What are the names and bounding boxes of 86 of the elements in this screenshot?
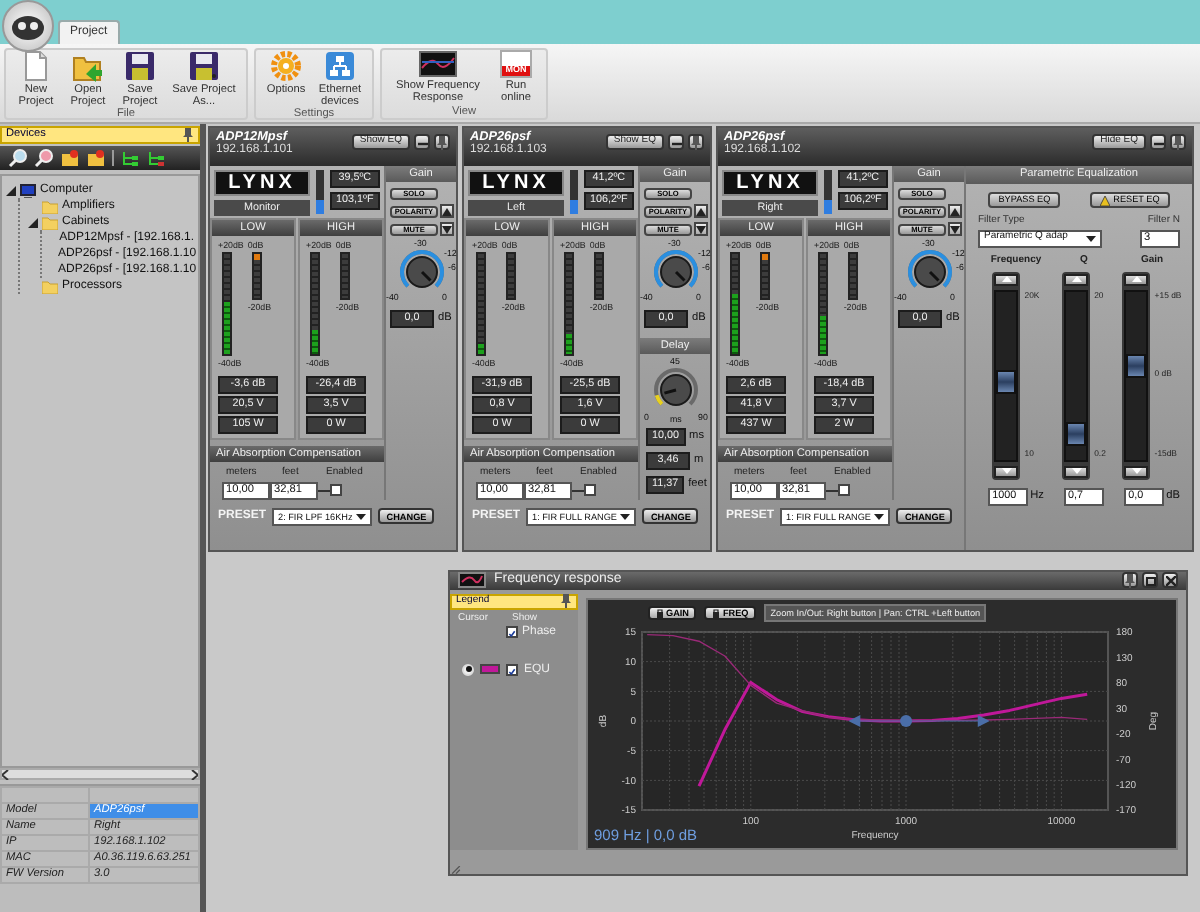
node-tree-icon[interactable]: [120, 148, 140, 168]
enabled-checkbox[interactable]: [330, 484, 342, 497]
document-icon: [22, 50, 50, 82]
caret-icon: [1086, 235, 1096, 242]
caret-icon: [620, 513, 631, 520]
network-icon: [324, 50, 356, 82]
caret-icon: [874, 513, 885, 520]
arrow-button[interactable]: [948, 204, 962, 218]
pin-button[interactable]: [688, 134, 704, 150]
arrow-button[interactable]: [694, 204, 708, 218]
node-tree-icon[interactable]: [146, 148, 166, 168]
down-arrow-icon: [1001, 468, 1012, 475]
up-arrow-icon: [442, 207, 452, 215]
response-graph-icon: [418, 50, 458, 78]
warning-icon: [1099, 195, 1110, 205]
show-checkbox[interactable]: [506, 663, 518, 676]
scroll-right-icon[interactable]: [190, 769, 198, 779]
arrow-button[interactable]: [694, 222, 708, 236]
phase-checkbox[interactable]: [506, 626, 518, 639]
pin-icon: [436, 135, 448, 149]
pin-button[interactable]: [1122, 572, 1138, 589]
slider-thumb[interactable]: [1066, 421, 1087, 446]
app-logo-icon: [10, 10, 46, 42]
magnifier-icon[interactable]: [34, 148, 54, 168]
slider-down-button[interactable]: [1124, 465, 1149, 478]
brand-logo: LYNX: [468, 170, 564, 196]
restore-button[interactable]: [1142, 572, 1158, 589]
minimize-icon: [1153, 137, 1163, 147]
response-graph-icon: [458, 572, 486, 589]
restore-icon: [1145, 575, 1155, 586]
minimize-icon: [671, 137, 681, 147]
brand-logo: LYNX: [214, 170, 310, 196]
eq-band-handles[interactable]: [848, 715, 990, 728]
up-arrow-icon: [950, 207, 960, 215]
down-arrow-icon: [696, 225, 706, 233]
caret-icon: [356, 513, 367, 520]
pin-icon[interactable]: [560, 594, 572, 609]
lock-icon: [712, 608, 721, 619]
slider-down-button[interactable]: [1064, 465, 1089, 478]
minimize-button[interactable]: [414, 134, 430, 150]
arrow-button[interactable]: [440, 222, 454, 236]
horizontal-scrollbar[interactable]: [0, 768, 200, 780]
resize-grip-icon[interactable]: [450, 866, 462, 874]
gear-icon: [270, 50, 302, 82]
down-arrow-icon: [1131, 468, 1142, 475]
collapse-arrow-icon[interactable]: [28, 217, 38, 227]
slider-down-button[interactable]: [994, 465, 1019, 478]
enabled-checkbox[interactable]: [584, 484, 596, 497]
limiter-meter: [593, 252, 604, 301]
slider-up-button[interactable]: [1124, 273, 1149, 286]
up-arrow-icon: [696, 207, 706, 215]
limiter-meter: [847, 252, 858, 301]
scroll-left-icon[interactable]: [2, 769, 10, 779]
down-arrow-icon: [1071, 468, 1082, 475]
lock-icon: [656, 608, 664, 619]
pin-button[interactable]: [434, 134, 450, 150]
slider-thumb[interactable]: [1126, 354, 1147, 379]
up-arrow-icon: [1071, 276, 1082, 283]
slider-thumb[interactable]: [996, 370, 1017, 395]
down-arrow-icon: [950, 225, 960, 233]
arrow-button[interactable]: [948, 222, 962, 236]
knob[interactable]: [654, 368, 698, 412]
minimize-button[interactable]: [1150, 134, 1166, 150]
magnifier-icon[interactable]: [8, 148, 28, 168]
minimize-button[interactable]: [668, 134, 684, 150]
down-arrow-icon: [442, 225, 452, 233]
pin-icon[interactable]: [182, 128, 194, 142]
pin-button[interactable]: [1170, 134, 1186, 150]
up-arrow-icon: [1001, 276, 1012, 283]
up-arrow-icon: [1131, 276, 1142, 283]
slider-up-button[interactable]: [1064, 273, 1089, 286]
slider-up-button[interactable]: [994, 273, 1019, 286]
collapse-arrow-icon[interactable]: [6, 185, 16, 195]
pin-icon: [1172, 135, 1184, 149]
brand-logo: LYNX: [722, 170, 818, 196]
folder-icon: [42, 279, 58, 293]
cursor-radio[interactable]: [462, 663, 474, 676]
pin-icon: [690, 135, 702, 149]
close-button[interactable]: [1162, 572, 1178, 589]
close-icon: [1165, 575, 1175, 586]
enabled-checkbox[interactable]: [838, 484, 850, 497]
computer-icon: [20, 183, 36, 197]
arrow-button[interactable]: [440, 204, 454, 218]
limiter-meter: [339, 252, 350, 301]
minimize-icon: [417, 137, 427, 147]
limiter-meter: [505, 252, 516, 301]
